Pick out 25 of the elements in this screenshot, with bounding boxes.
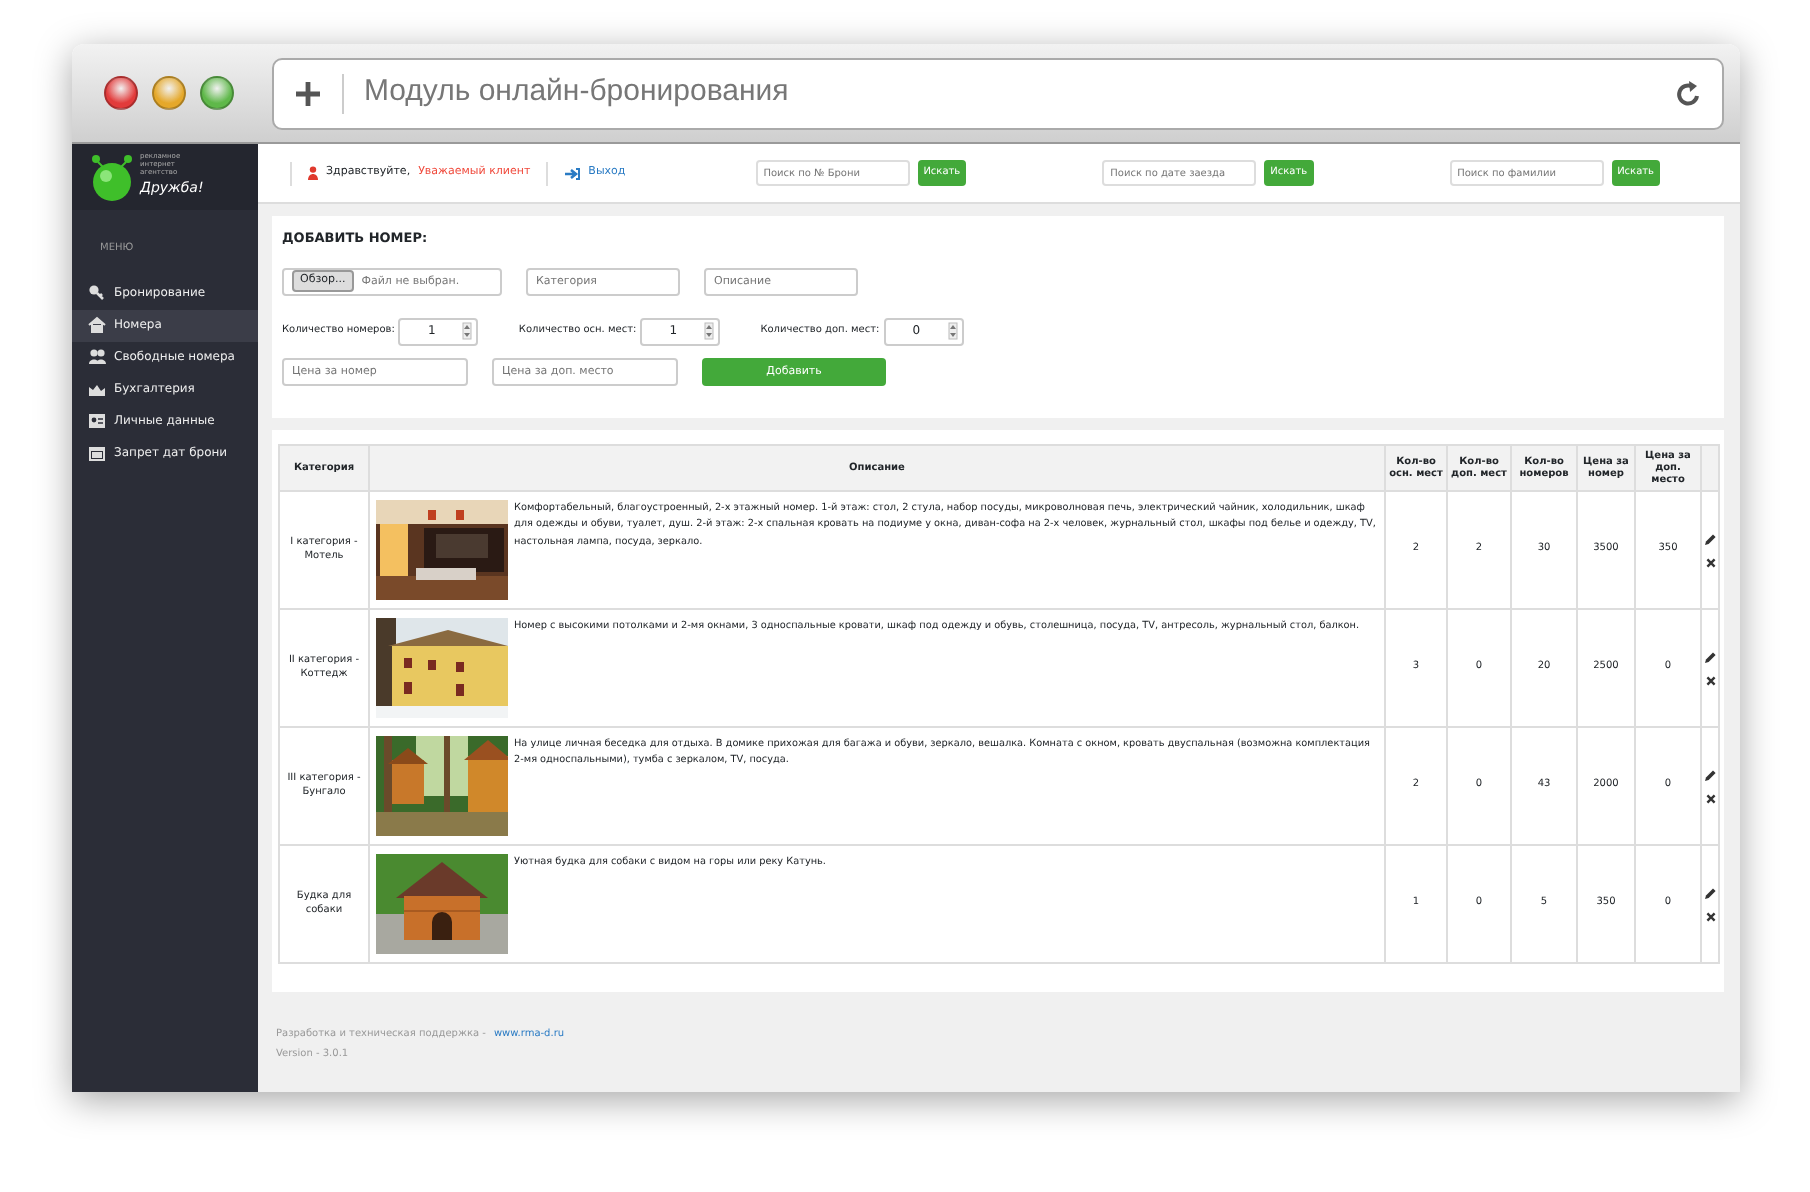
user-icon	[308, 166, 318, 180]
spinner-icon[interactable]	[704, 322, 715, 341]
refresh-icon[interactable]	[1674, 79, 1702, 107]
delete-icon[interactable]	[1705, 557, 1715, 567]
delete-icon[interactable]	[1705, 793, 1715, 803]
key-icon	[88, 284, 106, 302]
plus-icon[interactable]	[294, 79, 322, 107]
calendar-icon	[88, 444, 106, 462]
spinner-icon[interactable]	[947, 322, 958, 341]
delete-icon[interactable]	[1705, 675, 1715, 685]
pencil-icon[interactable]	[1704, 533, 1716, 545]
users-icon	[88, 348, 106, 366]
spinner-icon[interactable]	[462, 322, 473, 341]
pencil-icon[interactable]	[1704, 769, 1716, 781]
logo-icon	[90, 153, 134, 201]
pencil-icon[interactable]	[1704, 651, 1716, 663]
pencil-icon[interactable]	[1704, 887, 1716, 899]
home-icon	[88, 316, 106, 334]
window-control-button[interactable]	[104, 76, 138, 110]
window-title: Модуль онлайн-бронирования	[364, 72, 791, 113]
window-control-button[interactable]	[152, 76, 186, 110]
delete-icon[interactable]	[1705, 911, 1715, 921]
window-control-button[interactable]	[200, 76, 234, 110]
logout-icon	[564, 167, 581, 179]
id-card-icon	[88, 412, 106, 430]
